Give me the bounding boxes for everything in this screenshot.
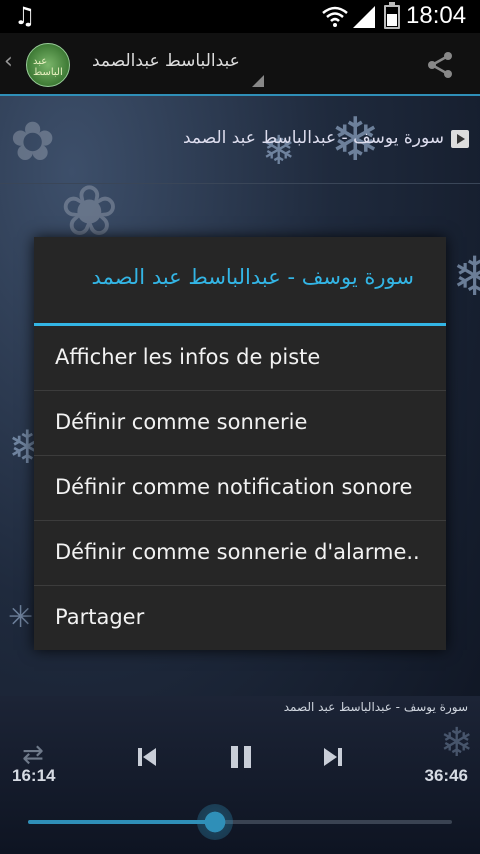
status-bar: ♫ 18:04: [0, 0, 480, 33]
menu-item-set-ringtone[interactable]: Définir comme sonnerie: [34, 391, 446, 456]
divider: [0, 183, 480, 184]
menu-item-share[interactable]: Partager: [34, 586, 446, 651]
wifi-icon: [322, 6, 348, 27]
track-title: سورة يوسف - عبدالباسط عبد الصمد: [182, 128, 444, 148]
action-bar: ‹ عبد الباسط عبدالباسط عبدالصمد: [0, 33, 480, 96]
dialog-title: سورة يوسف - عبدالباسط عبد الصمد: [91, 265, 414, 289]
menu-item-set-alarm[interactable]: Définir comme sonnerie d'alarme..: [34, 521, 446, 586]
share-icon[interactable]: [424, 49, 456, 81]
play-icon[interactable]: [451, 130, 469, 148]
snowflake-decoration: ✳: [8, 600, 34, 635]
menu-item-track-info[interactable]: Afficher les infos de piste: [34, 326, 446, 391]
snowflake-decoration: ❄: [452, 245, 480, 308]
context-menu-dialog: سورة يوسف - عبدالباسط عبد الصمد Afficher…: [34, 237, 446, 650]
seek-bar[interactable]: [28, 804, 452, 840]
chevron-left-icon[interactable]: ‹: [4, 49, 13, 74]
player-track-title: سورة يوسف - عبدالباسط عبد الصمد: [283, 700, 468, 714]
snowflake-decoration: ❄: [440, 720, 474, 766]
next-button[interactable]: [322, 746, 344, 768]
previous-button[interactable]: [136, 746, 158, 768]
music-note-icon: ♫: [14, 2, 36, 30]
menu-item-set-notification[interactable]: Définir comme notification sonore: [34, 456, 446, 521]
track-list-item[interactable]: سورة يوسف - عبدالباسط عبد الصمد: [0, 114, 480, 166]
total-duration: 36:46: [424, 766, 468, 785]
clock: 18:04: [406, 2, 467, 29]
app-title: عبدالباسط عبدالصمد: [92, 51, 240, 71]
elapsed-time: 16:14: [12, 766, 56, 785]
pause-button[interactable]: [228, 744, 254, 770]
battery-icon: [384, 2, 400, 29]
dropdown-indicator-icon: [252, 75, 264, 87]
seek-bar-progress: [28, 820, 215, 824]
app-logo[interactable]: عبد الباسط: [26, 43, 70, 87]
signal-icon: [353, 6, 375, 28]
seek-bar-thumb[interactable]: [196, 804, 233, 840]
